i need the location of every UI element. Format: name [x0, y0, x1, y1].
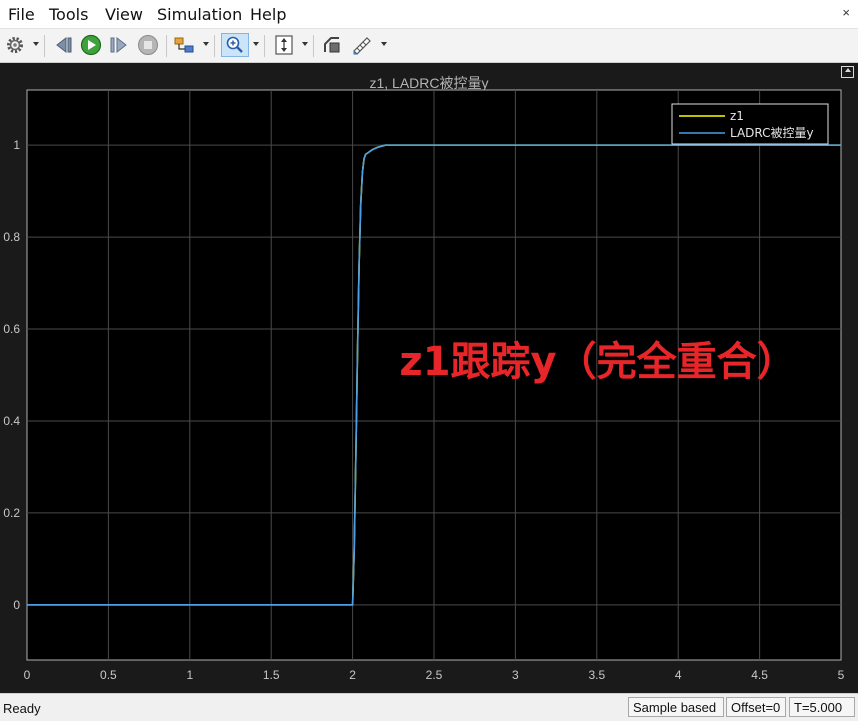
x-tick-label: 1.5 [263, 668, 280, 682]
time-field: T=5.000 [789, 697, 855, 717]
offset-field: Offset=0 [726, 697, 786, 717]
autoscale-icon[interactable] [273, 34, 295, 56]
zoom-dropdown-icon[interactable] [253, 42, 259, 46]
run-icon[interactable] [80, 34, 102, 56]
settings-icon[interactable] [4, 34, 26, 56]
step-forward-icon[interactable] [108, 34, 130, 56]
close-icon[interactable]: × [842, 5, 850, 20]
toolbar [0, 29, 858, 63]
legend-label: z1 [730, 109, 744, 123]
signal-selector-dropdown-icon[interactable] [381, 42, 387, 46]
sample-mode-field: Sample based [628, 697, 724, 717]
x-tick-label: 2 [349, 668, 356, 682]
x-tick-label: 0.5 [100, 668, 117, 682]
toolbar-separator [264, 35, 265, 57]
highlight-dropdown-icon[interactable] [203, 42, 209, 46]
menu-file[interactable]: File [8, 5, 35, 24]
signal-selector-icon[interactable] [351, 34, 373, 56]
x-tick-label: 4.5 [751, 668, 768, 682]
y-tick-label: 1 [13, 138, 20, 152]
scope-figure: z1, LADRC被控量y 0 0.5 1 1.5 2 2.5 3 3.5 4 4.5 5 0 0.2 0… [0, 63, 858, 693]
annotation-text: z1跟踪y（完全重合） [399, 339, 796, 385]
x-tick-label: 3 [512, 668, 519, 682]
menu-bar: File Tools View Simulation Help × [0, 0, 858, 29]
legend-label: LADRC被控量y [730, 126, 814, 140]
toolbar-separator [313, 35, 314, 57]
zoom-icon[interactable] [221, 33, 249, 57]
highlight-model-icon[interactable] [173, 34, 195, 56]
x-tick-label: 4 [675, 668, 682, 682]
x-tick-label: 3.5 [588, 668, 605, 682]
style-icon[interactable] [321, 34, 343, 56]
settings-dropdown-icon[interactable] [33, 42, 39, 46]
x-tick-label: 1 [186, 668, 193, 682]
autoscale-dropdown-icon[interactable] [302, 42, 308, 46]
x-tick-label: 2.5 [426, 668, 443, 682]
y-tick-label: 0.4 [3, 414, 20, 428]
y-tick-label: 0.2 [3, 506, 20, 520]
status-bar: Ready Sample based Offset=0 T=5.000 [0, 693, 858, 721]
y-tick-label: 0.8 [3, 230, 20, 244]
menu-simulation[interactable]: Simulation [157, 5, 242, 24]
toolbar-separator [44, 35, 45, 57]
stop-icon[interactable] [137, 34, 159, 56]
menu-help[interactable]: Help [250, 5, 286, 24]
toolbar-separator [214, 35, 215, 57]
x-tick-label: 5 [838, 668, 845, 682]
x-tick-label: 0 [24, 668, 31, 682]
step-back-icon[interactable] [53, 34, 75, 56]
menu-view[interactable]: View [105, 5, 143, 24]
y-tick-label: 0.6 [3, 322, 20, 336]
toolbar-separator [166, 35, 167, 57]
menu-tools[interactable]: Tools [49, 5, 88, 24]
scope-plot[interactable]: 0 0.5 1 1.5 2 2.5 3 3.5 4 4.5 5 0 0.2 0.4 0.6 0.8 1 z1跟踪y… [0, 63, 858, 693]
status-text: Ready [3, 701, 41, 716]
y-tick-label: 0 [13, 598, 20, 612]
